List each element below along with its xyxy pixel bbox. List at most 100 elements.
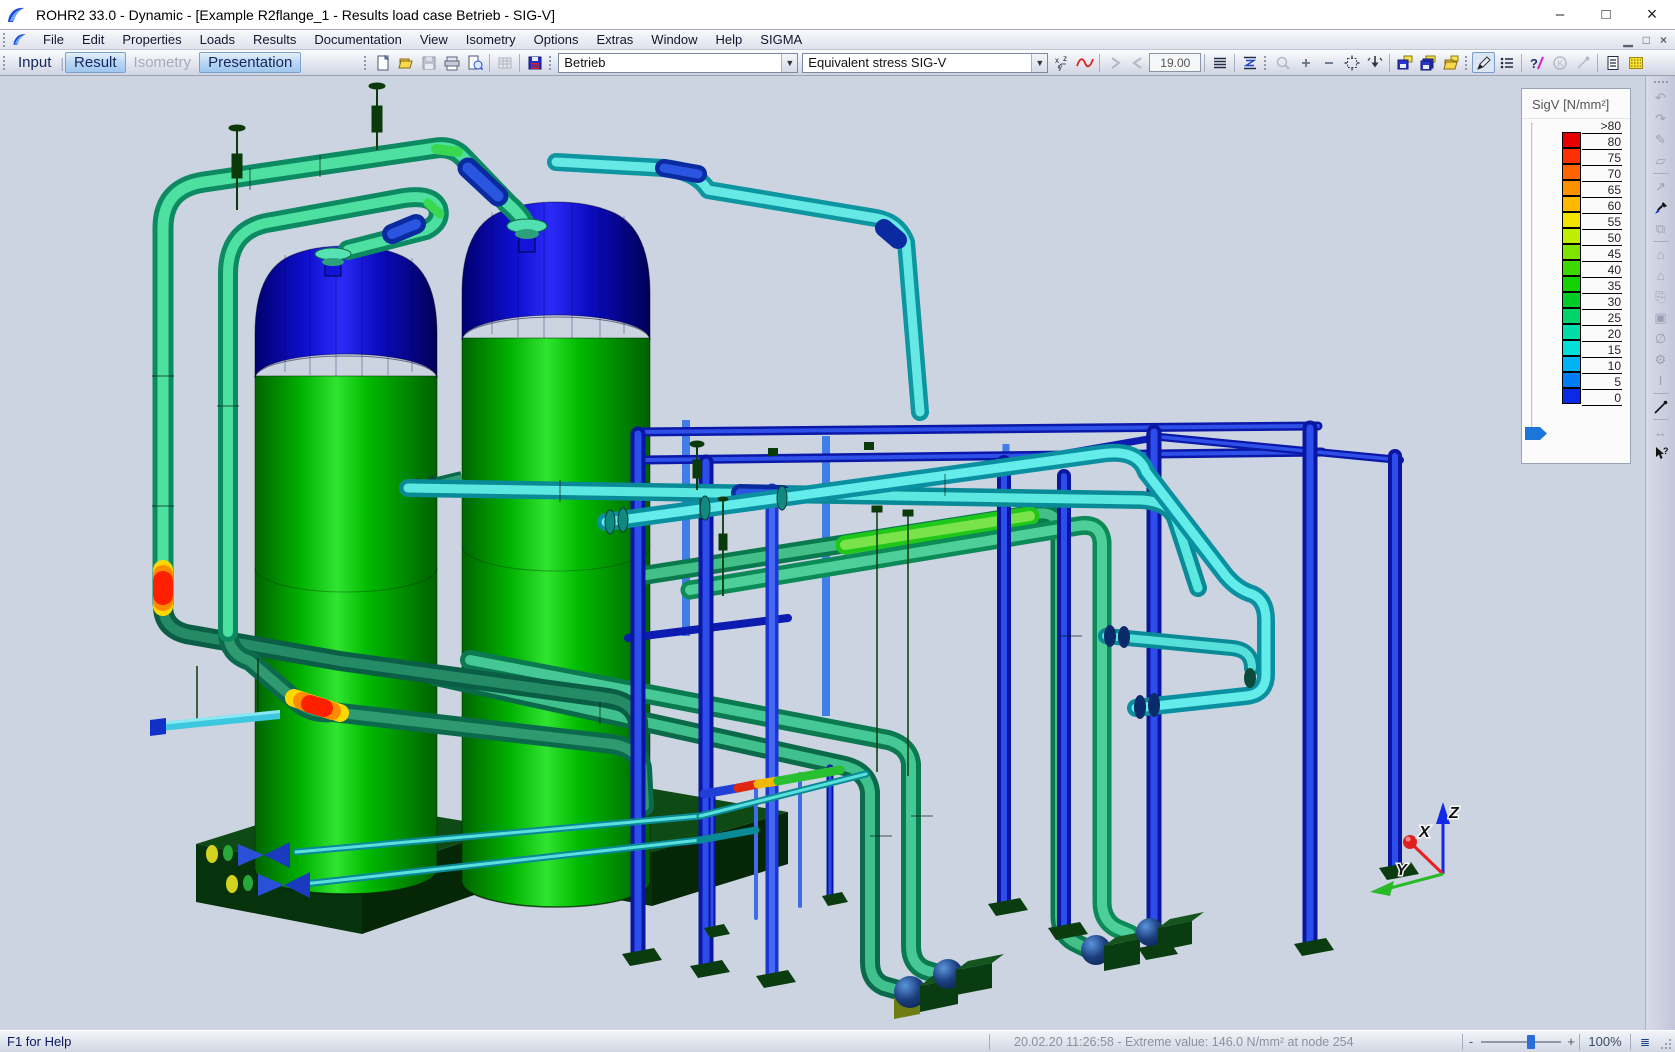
- save-calc-button[interactable]: [523, 52, 546, 73]
- status-zoom-slider[interactable]: [1479, 1034, 1563, 1050]
- svg-text:?: ?: [1663, 446, 1669, 456]
- print-button[interactable]: [440, 52, 463, 73]
- legend-title: SigV [N/mm²]: [1522, 89, 1630, 119]
- toolbar-grip[interactable]: [3, 56, 5, 70]
- justify-lines-button[interactable]: [1208, 52, 1231, 73]
- probe-button[interactable]: [1650, 396, 1672, 417]
- measure-button-disabled: [1571, 52, 1594, 73]
- menu-item-window[interactable]: Window: [642, 30, 706, 49]
- print-preview-button[interactable]: [463, 52, 486, 73]
- legend-label: 0: [1582, 392, 1622, 406]
- section-levels-button[interactable]: [1238, 52, 1261, 73]
- mdi-minimize-button[interactable]: ▁: [1624, 33, 1633, 47]
- menu-item-documentation[interactable]: Documentation: [305, 30, 410, 49]
- fit-view-button[interactable]: [1340, 52, 1363, 73]
- mdi-close-button[interactable]: ×: [1660, 33, 1667, 47]
- save-all-views-button[interactable]: [1416, 52, 1439, 73]
- tab-isometry[interactable]: Isometry: [126, 53, 200, 72]
- close-button[interactable]: ×: [1629, 0, 1675, 30]
- layers-button-disabled: ⧉: [1650, 218, 1672, 239]
- off-button-disabled: ∅: [1650, 328, 1672, 349]
- legend-color-box: [1562, 244, 1581, 260]
- legend-slider-arrow[interactable]: [1525, 427, 1547, 440]
- save-button-disabled: [417, 52, 440, 73]
- menu-item-file[interactable]: File: [34, 30, 73, 49]
- eyedropper-button[interactable]: [1650, 197, 1672, 218]
- legend-color-box: [1562, 292, 1581, 308]
- report-button[interactable]: [1601, 52, 1624, 73]
- frame-feet: [622, 862, 1419, 988]
- zoom-out-button[interactable]: [1317, 52, 1340, 73]
- menubar-grip[interactable]: [3, 33, 5, 47]
- insert-drop-button[interactable]: [1363, 52, 1386, 73]
- document-icon: [12, 32, 28, 48]
- mdi-restore-button[interactable]: □: [1643, 33, 1650, 47]
- next-extreme-button-disabled: [1103, 52, 1126, 73]
- tab-result[interactable]: Result: [65, 52, 126, 73]
- menu-item-loads[interactable]: Loads: [191, 30, 244, 49]
- menu-item-help[interactable]: Help: [707, 30, 752, 49]
- erase-button-disabled: ▱: [1650, 150, 1672, 171]
- slider-handle[interactable]: [1527, 1035, 1535, 1049]
- result-type-combo[interactable]: Equivalent stress SIG-V ▼: [802, 53, 1048, 73]
- legend-color-box: [1562, 388, 1581, 404]
- legend-label: 15: [1582, 344, 1622, 358]
- legend-label: 30: [1582, 296, 1622, 310]
- menu-item-isometry[interactable]: Isometry: [457, 30, 525, 49]
- load-case-combo[interactable]: Betrieb ▼: [558, 53, 798, 73]
- status-list-icon[interactable]: ≣: [1631, 1035, 1659, 1049]
- chevron-down-icon[interactable]: ▼: [781, 54, 797, 72]
- maximize-button[interactable]: □: [1583, 0, 1629, 30]
- menu-item-options[interactable]: Options: [525, 30, 588, 49]
- undo-button-disabled: ↶: [1650, 87, 1672, 108]
- help-mode-button[interactable]: ?: [1525, 52, 1548, 73]
- minimize-button[interactable]: –: [1537, 0, 1583, 30]
- legend-label: 45: [1582, 248, 1622, 262]
- legend-slider-track[interactable]: [1531, 123, 1534, 439]
- axis-label-x: X: [1418, 824, 1431, 841]
- legend-label: 60: [1582, 200, 1622, 214]
- status-zoom-out-button[interactable]: -: [1463, 1034, 1479, 1049]
- status-zoom-in-button[interactable]: +: [1563, 1034, 1579, 1049]
- legend-label: 5: [1582, 376, 1622, 390]
- resize-grip[interactable]: [1659, 1031, 1675, 1052]
- right-toolbar: ↶ ↷ ✎ ▱ ↗ ⧉ ⌂ ⌂ ⎘ ▣ ∅ ⚙ Ι ↔ ?: [1645, 76, 1675, 1030]
- menu-item-view[interactable]: View: [411, 30, 457, 49]
- save-view-button[interactable]: [1393, 52, 1416, 73]
- menu-item-sigma[interactable]: SIGMA: [751, 30, 811, 49]
- svg-text:?: ?: [1530, 56, 1538, 71]
- tab-input[interactable]: Input: [10, 53, 59, 72]
- right-toolbar-grip[interactable]: [1654, 81, 1668, 83]
- tab-presentation[interactable]: Presentation: [199, 52, 301, 73]
- viewport-3d[interactable]: Z X Y SigV [N/mm²] >80807570656055504540…: [0, 76, 1645, 1030]
- open-view-button[interactable]: [1439, 52, 1462, 73]
- scale-value-input[interactable]: 19.00: [1149, 53, 1201, 72]
- legend-label: 70: [1582, 168, 1622, 182]
- load-case-value: Betrieb: [559, 55, 781, 70]
- menu-item-extras[interactable]: Extras: [587, 30, 642, 49]
- new-document-button[interactable]: [371, 52, 394, 73]
- edit-pencil-button[interactable]: [1472, 52, 1495, 73]
- legend-color-box: [1562, 356, 1581, 372]
- legend-color-box: [1562, 180, 1581, 196]
- menu-item-results[interactable]: Results: [244, 30, 305, 49]
- legend-label: 20: [1582, 328, 1622, 342]
- menu-item-properties[interactable]: Properties: [113, 30, 190, 49]
- open-button[interactable]: [394, 52, 417, 73]
- tank-left: [255, 246, 437, 894]
- chevron-down-icon[interactable]: ▼: [1031, 54, 1047, 72]
- legend-color-box: [1562, 324, 1581, 340]
- legend-label: 55: [1582, 216, 1622, 230]
- zoom-in-button[interactable]: [1294, 52, 1317, 73]
- copy-button-disabled: ⎘: [1650, 286, 1672, 307]
- menu-item-edit[interactable]: Edit: [73, 30, 113, 49]
- axes-xyz-button[interactable]: xzy: [1050, 52, 1073, 73]
- legend-color-box: [1562, 212, 1581, 228]
- hatch-button[interactable]: [1624, 52, 1647, 73]
- sine-curve-button[interactable]: [1073, 52, 1096, 73]
- axis-triad: Z X Y: [1370, 802, 1460, 896]
- legend-color-box: [1562, 340, 1581, 356]
- context-help-button[interactable]: ?: [1650, 443, 1672, 464]
- legend-color-box: [1562, 372, 1581, 388]
- list-button[interactable]: [1495, 52, 1518, 73]
